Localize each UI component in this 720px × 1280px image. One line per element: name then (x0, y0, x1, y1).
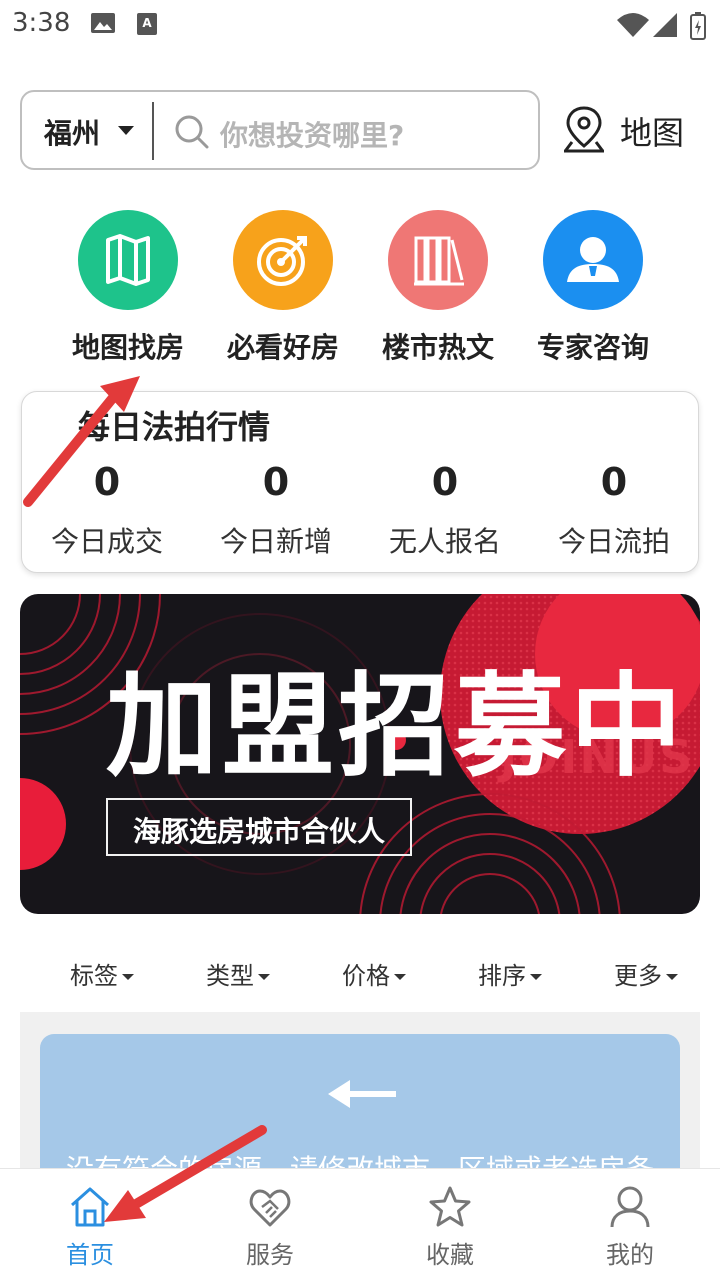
empty-state-message: 没有符合的房源，请修改城市、区域或者选房条 (66, 1148, 654, 1168)
city-selector[interactable]: 福州 (44, 112, 100, 152)
search-input[interactable]: 你想投资哪里? (220, 114, 404, 154)
stat-no-registrants: 0 无人报名 (360, 460, 530, 560)
battery-icon (690, 12, 706, 40)
map-label: 地图 (620, 114, 685, 152)
tab-label: 首页 (66, 1241, 114, 1269)
divider (152, 102, 154, 160)
filter-label: 更多 (614, 962, 662, 990)
tab-label: 我的 (606, 1241, 654, 1269)
target-icon (233, 210, 333, 310)
stat-today-new: 0 今日新增 (191, 460, 361, 560)
stat-label: 今日成交 (50, 525, 163, 558)
filter-label: 价格 (342, 962, 390, 990)
quick-entry-label: 地图找房 (71, 331, 184, 364)
quick-entry-label: 楼市热文 (381, 331, 494, 364)
tab-home[interactable]: 首页 (0, 1169, 180, 1280)
search-bar: 福州 你想投资哪里? (20, 90, 540, 170)
books-icon (388, 210, 488, 310)
filter-type[interactable]: 类型 (206, 956, 270, 991)
status-bar: 3:38 A (0, 0, 720, 48)
status-time: 3:38 (12, 8, 71, 38)
card-title: 每日法拍行情 (78, 408, 271, 446)
location-pin-icon (564, 106, 604, 153)
handshake-icon (249, 1189, 291, 1227)
filter-sort[interactable]: 排序 (478, 956, 542, 991)
listing-area: 没有符合的房源，请修改城市、区域或者选房条 (20, 1012, 700, 1168)
daily-auction-card[interactable]: 每日法拍行情 0 今日成交 0 今日新增 0 无人报名 0 今日流拍 (21, 391, 699, 573)
stat-today-deals: 0 今日成交 (22, 460, 192, 560)
stat-value: 0 (600, 460, 628, 504)
filter-label: 排序 (478, 962, 526, 990)
banner-subtitle: 海豚选房城市合伙人 (132, 815, 385, 848)
chevron-down-icon (394, 974, 406, 980)
promo-banner[interactable]: JOINUS 加盟招募中 海豚选房城市合伙人 (20, 594, 700, 914)
quick-entry-expert-consult[interactable]: 专家咨询 (523, 210, 663, 370)
stat-today-unsold: 0 今日流拍 (529, 460, 699, 560)
arrow-left-icon (328, 1080, 396, 1108)
search-icon (175, 115, 209, 149)
chevron-down-icon (666, 974, 678, 980)
filter-price[interactable]: 价格 (342, 956, 406, 991)
tab-service[interactable]: 服务 (180, 1169, 360, 1280)
filter-more[interactable]: 更多 (614, 956, 678, 991)
bottom-tab-bar: 首页 服务 收藏 我的 (0, 1168, 720, 1280)
tab-profile[interactable]: 我的 (540, 1169, 720, 1280)
wifi-icon (617, 13, 649, 37)
tab-label: 服务 (246, 1241, 294, 1269)
stat-label: 今日新增 (219, 525, 332, 558)
stat-value: 0 (262, 460, 290, 504)
stat-value: 0 (431, 460, 459, 504)
home-icon (71, 1187, 109, 1227)
banner-subtitle-box: 海豚选房城市合伙人 (106, 798, 412, 856)
chevron-down-icon (258, 974, 270, 980)
stat-value: 0 (93, 460, 121, 504)
filter-tags[interactable]: 标签 (70, 956, 134, 991)
empty-state-card: 没有符合的房源，请修改城市、区域或者选房条 (40, 1034, 680, 1168)
stat-label: 无人报名 (388, 525, 501, 558)
svg-text:A: A (142, 16, 152, 30)
quick-entry-must-see[interactable]: 必看好房 (213, 210, 353, 370)
quick-entry-map-search[interactable]: 地图找房 (58, 210, 198, 370)
banner-title: 加盟招募中 (106, 662, 686, 792)
gallery-icon (91, 13, 115, 33)
star-icon (429, 1186, 471, 1227)
expert-icon (543, 210, 643, 310)
keyboard-app-icon: A (137, 13, 157, 35)
tab-label: 收藏 (426, 1241, 474, 1269)
map-button[interactable]: 地图 (560, 104, 690, 158)
tab-favorites[interactable]: 收藏 (360, 1169, 540, 1280)
signal-icon (653, 13, 677, 37)
filter-label: 类型 (206, 962, 254, 990)
chevron-down-icon (530, 974, 542, 980)
map-icon (78, 210, 178, 310)
user-icon (610, 1186, 650, 1228)
quick-entry-hot-articles[interactable]: 楼市热文 (368, 210, 508, 370)
chevron-down-icon[interactable] (118, 126, 134, 135)
filter-label: 标签 (70, 962, 118, 990)
quick-entry-label: 专家咨询 (536, 331, 649, 364)
chevron-down-icon (122, 974, 134, 980)
stat-label: 今日流拍 (557, 525, 670, 558)
quick-entry-label: 必看好房 (226, 331, 339, 364)
